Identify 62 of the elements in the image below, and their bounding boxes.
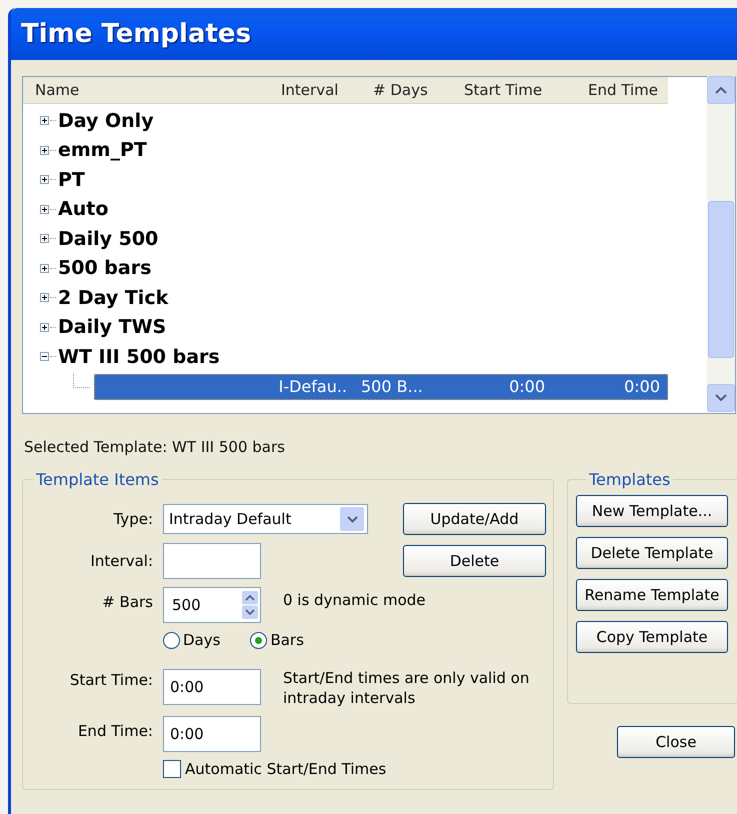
- expand-icon[interactable]: [40, 116, 49, 126]
- tree-item[interactable]: 2 Day Tick: [58, 286, 168, 309]
- bars-spinner[interactable]: 500: [163, 587, 261, 623]
- expand-icon[interactable]: [40, 204, 49, 214]
- tree-item[interactable]: Auto: [58, 198, 108, 220]
- spinner-arrows-icon[interactable]: [242, 591, 258, 619]
- expand-icon[interactable]: [40, 234, 49, 244]
- window-title: Time Templates: [21, 19, 252, 49]
- expand-icon[interactable]: [40, 293, 49, 302]
- template-button[interactable]: New Template...: [576, 495, 728, 527]
- expand-icon[interactable]: [40, 322, 49, 332]
- template-button[interactable]: Copy Template: [576, 621, 728, 653]
- tree-item[interactable]: Day Only: [58, 110, 154, 132]
- scroll-thumb[interactable]: [708, 201, 734, 358]
- start-time-field[interactable]: 0:00: [163, 668, 261, 704]
- selected-template-label: Selected Template: WT III 500 bars: [24, 438, 286, 456]
- tree-row[interactable]: I-Defau.. 500 B... 0:00 0:00: [94, 374, 668, 400]
- row-cell-text: 0:00: [508, 377, 545, 396]
- radio-option[interactable]: Bars: [250, 631, 304, 649]
- row-cell-text: 0:00: [623, 377, 660, 396]
- group-title: Template Items: [35, 470, 160, 489]
- expand-icon[interactable]: [40, 264, 49, 273]
- radio-icon[interactable]: [163, 632, 180, 648]
- interval-field[interactable]: [163, 543, 261, 579]
- row-cell-text: I-Defau..: [278, 377, 347, 396]
- expand-icon[interactable]: [40, 175, 49, 184]
- auto-times-checkbox[interactable]: Automatic Start/End Times: [163, 760, 553, 778]
- close-button[interactable]: Close: [617, 726, 735, 758]
- field-label: # Bars: [101, 592, 153, 611]
- tree-item[interactable]: 500 bars: [58, 257, 152, 280]
- template-button[interactable]: Delete Template: [576, 537, 728, 569]
- type-dropdown[interactable]: Intraday Default: [163, 504, 368, 534]
- column-header[interactable]: Interval: [281, 81, 373, 99]
- delete-button[interactable]: Delete: [403, 545, 546, 577]
- checkbox-icon[interactable]: [163, 760, 181, 778]
- group-title: Templates: [588, 470, 672, 489]
- scroll-up-icon[interactable]: [707, 76, 735, 104]
- row-cell-text: 500 B...: [361, 377, 424, 396]
- radio-icon[interactable]: [250, 632, 268, 648]
- collapse-icon[interactable]: [40, 352, 49, 362]
- end-time-field[interactable]: 0:00: [163, 716, 261, 752]
- field-label: Start Time:: [68, 670, 153, 689]
- tree-item[interactable]: Daily 500: [58, 228, 158, 250]
- scrollbar[interactable]: [707, 76, 735, 412]
- column-header[interactable]: # Days: [373, 81, 464, 99]
- update-add-button[interactable]: Update/Add: [403, 503, 546, 535]
- column-header[interactable]: Name: [35, 81, 281, 99]
- expand-icon[interactable]: [40, 146, 49, 155]
- field-label: Type:: [112, 510, 153, 528]
- tree-item[interactable]: emm_PT: [58, 139, 147, 162]
- hint-text: 0 is dynamic mode: [283, 590, 426, 609]
- tree-item[interactable]: Daily TWS: [58, 316, 166, 338]
- field-label: Interval:: [90, 552, 153, 570]
- column-header[interactable]: End Time: [588, 81, 658, 99]
- hint-text: Start/End times are only valid on intraday intervals: [283, 668, 530, 708]
- template-button[interactable]: Rename Template: [576, 579, 728, 611]
- tree-item[interactable]: WT III 500 bars: [58, 346, 220, 368]
- radio-option[interactable]: Days: [163, 631, 220, 649]
- scroll-down-icon[interactable]: [707, 384, 735, 412]
- field-label: End Time:: [76, 721, 153, 740]
- column-header[interactable]: Start Time: [464, 81, 588, 99]
- tree-item[interactable]: PT: [58, 168, 85, 191]
